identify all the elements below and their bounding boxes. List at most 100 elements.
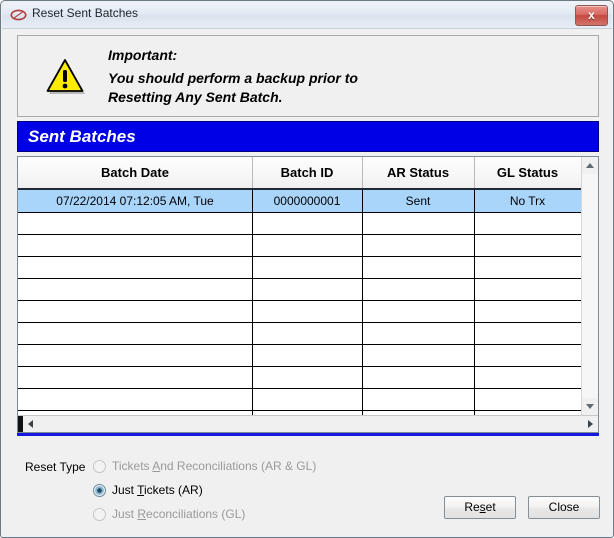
table-row[interactable] — [18, 367, 581, 389]
window-close-button[interactable]: x — [575, 5, 608, 26]
radio-label-post: nd Reconciliations (AR & GL) — [160, 459, 317, 473]
table-cell[interactable] — [474, 389, 581, 410]
table-cell[interactable]: Sent — [362, 190, 474, 212]
dialog-window: Reset Sent Batches x Important: You shou… — [0, 0, 614, 538]
table-cell[interactable] — [252, 213, 362, 234]
table-cell[interactable]: 0000000001 — [252, 190, 362, 212]
table-cell[interactable] — [18, 301, 252, 322]
grid-vertical-scrollbar[interactable] — [581, 157, 598, 415]
cell-divider — [362, 301, 363, 322]
table-cell[interactable] — [252, 235, 362, 256]
cell-divider — [252, 367, 253, 388]
table-cell[interactable] — [18, 235, 252, 256]
table-cell[interactable] — [362, 367, 474, 388]
button-label-pre: Re — [464, 500, 480, 514]
table-row[interactable]: 07/22/2014 07:12:05 AM, Tue 0000000001 Sen… — [18, 190, 581, 213]
table-cell[interactable] — [362, 279, 474, 300]
cell-divider — [362, 345, 363, 366]
table-cell[interactable] — [362, 345, 474, 366]
radio-unchecked-icon — [93, 508, 106, 521]
column-divider — [252, 157, 253, 188]
table-row[interactable] — [18, 345, 581, 367]
table-row[interactable] — [18, 389, 581, 411]
cell-divider — [252, 213, 253, 234]
cell-divider — [252, 257, 253, 278]
cell-divider — [474, 213, 475, 234]
cell-divider — [362, 190, 363, 212]
triangle-up-icon — [586, 163, 594, 168]
table-row[interactable] — [18, 323, 581, 345]
grid-body: 07/22/2014 07:12:05 AM, Tue 0000000001 Sen… — [18, 190, 581, 415]
table-cell[interactable] — [252, 389, 362, 410]
grid-column-header[interactable]: GL Status — [474, 157, 581, 188]
radio-label-pre: Just — [112, 507, 138, 521]
cell-divider — [362, 389, 363, 410]
table-cell[interactable] — [252, 323, 362, 344]
radio-unchecked-icon — [93, 460, 106, 473]
cell-divider — [252, 301, 253, 322]
table-cell[interactable] — [18, 367, 252, 388]
table-cell[interactable] — [362, 389, 474, 410]
table-cell[interactable] — [18, 257, 252, 278]
table-cell[interactable] — [362, 257, 474, 278]
grid-column-header[interactable]: AR Status — [362, 157, 474, 188]
table-cell[interactable] — [362, 213, 474, 234]
grid-column-header[interactable]: Batch ID — [252, 157, 362, 188]
cell-divider — [362, 257, 363, 278]
table-cell[interactable] — [18, 213, 252, 234]
close-button[interactable]: Close — [528, 496, 600, 519]
table-cell[interactable] — [18, 323, 252, 344]
cell-divider — [474, 367, 475, 388]
table-cell[interactable]: 07/22/2014 07:12:05 AM, Tue — [18, 190, 252, 212]
oracle-ellipse-icon — [10, 9, 27, 21]
table-row[interactable] — [18, 301, 581, 323]
button-label-post: et — [485, 500, 496, 514]
table-cell[interactable] — [18, 389, 252, 410]
table-cell[interactable] — [362, 323, 474, 344]
cell-divider — [474, 235, 475, 256]
table-cell[interactable] — [252, 367, 362, 388]
table-cell[interactable] — [474, 301, 581, 322]
column-divider — [474, 157, 475, 188]
table-cell[interactable] — [474, 257, 581, 278]
grid-header-row: Batch Date Batch ID AR Status GL Status — [18, 157, 581, 190]
table-cell[interactable] — [252, 279, 362, 300]
warning-panel: Important: You should perform a backup p… — [17, 35, 599, 117]
scroll-left-button[interactable] — [23, 416, 39, 432]
table-cell[interactable] — [362, 301, 474, 322]
table-cell[interactable] — [474, 345, 581, 366]
cell-divider — [252, 323, 253, 344]
close-icon: x — [588, 8, 595, 22]
table-cell[interactable] — [474, 367, 581, 388]
table-row[interactable] — [18, 213, 581, 235]
table-cell[interactable] — [474, 323, 581, 344]
cell-divider — [252, 389, 253, 410]
table-cell[interactable] — [252, 345, 362, 366]
table-cell[interactable] — [252, 301, 362, 322]
reset-button[interactable]: Reset — [444, 496, 516, 519]
table-row[interactable] — [18, 235, 581, 257]
table-cell[interactable] — [474, 279, 581, 300]
table-cell[interactable] — [18, 345, 252, 366]
radio-checked-icon[interactable] — [93, 484, 106, 497]
cell-divider — [252, 235, 253, 256]
title-bar: Reset Sent Batches x — [2, 2, 612, 29]
scroll-down-button[interactable] — [582, 398, 598, 415]
scroll-right-button[interactable] — [582, 416, 598, 432]
radio-label: Just Reconciliations (GL) — [112, 507, 245, 521]
table-cell[interactable] — [252, 257, 362, 278]
grid-column-header[interactable]: Batch Date — [18, 157, 252, 188]
cell-divider — [474, 323, 475, 344]
table-cell[interactable] — [474, 235, 581, 256]
grid-horizontal-scrollbar[interactable] — [18, 415, 598, 432]
cell-divider — [474, 279, 475, 300]
scroll-up-button[interactable] — [582, 157, 598, 174]
table-row[interactable] — [18, 279, 581, 301]
table-cell[interactable] — [18, 279, 252, 300]
table-cell[interactable] — [474, 213, 581, 234]
table-cell[interactable]: No Trx — [474, 190, 581, 212]
table-row[interactable] — [18, 257, 581, 279]
warning-title: Important: — [108, 47, 178, 63]
cell-divider — [252, 190, 253, 212]
table-cell[interactable] — [362, 235, 474, 256]
